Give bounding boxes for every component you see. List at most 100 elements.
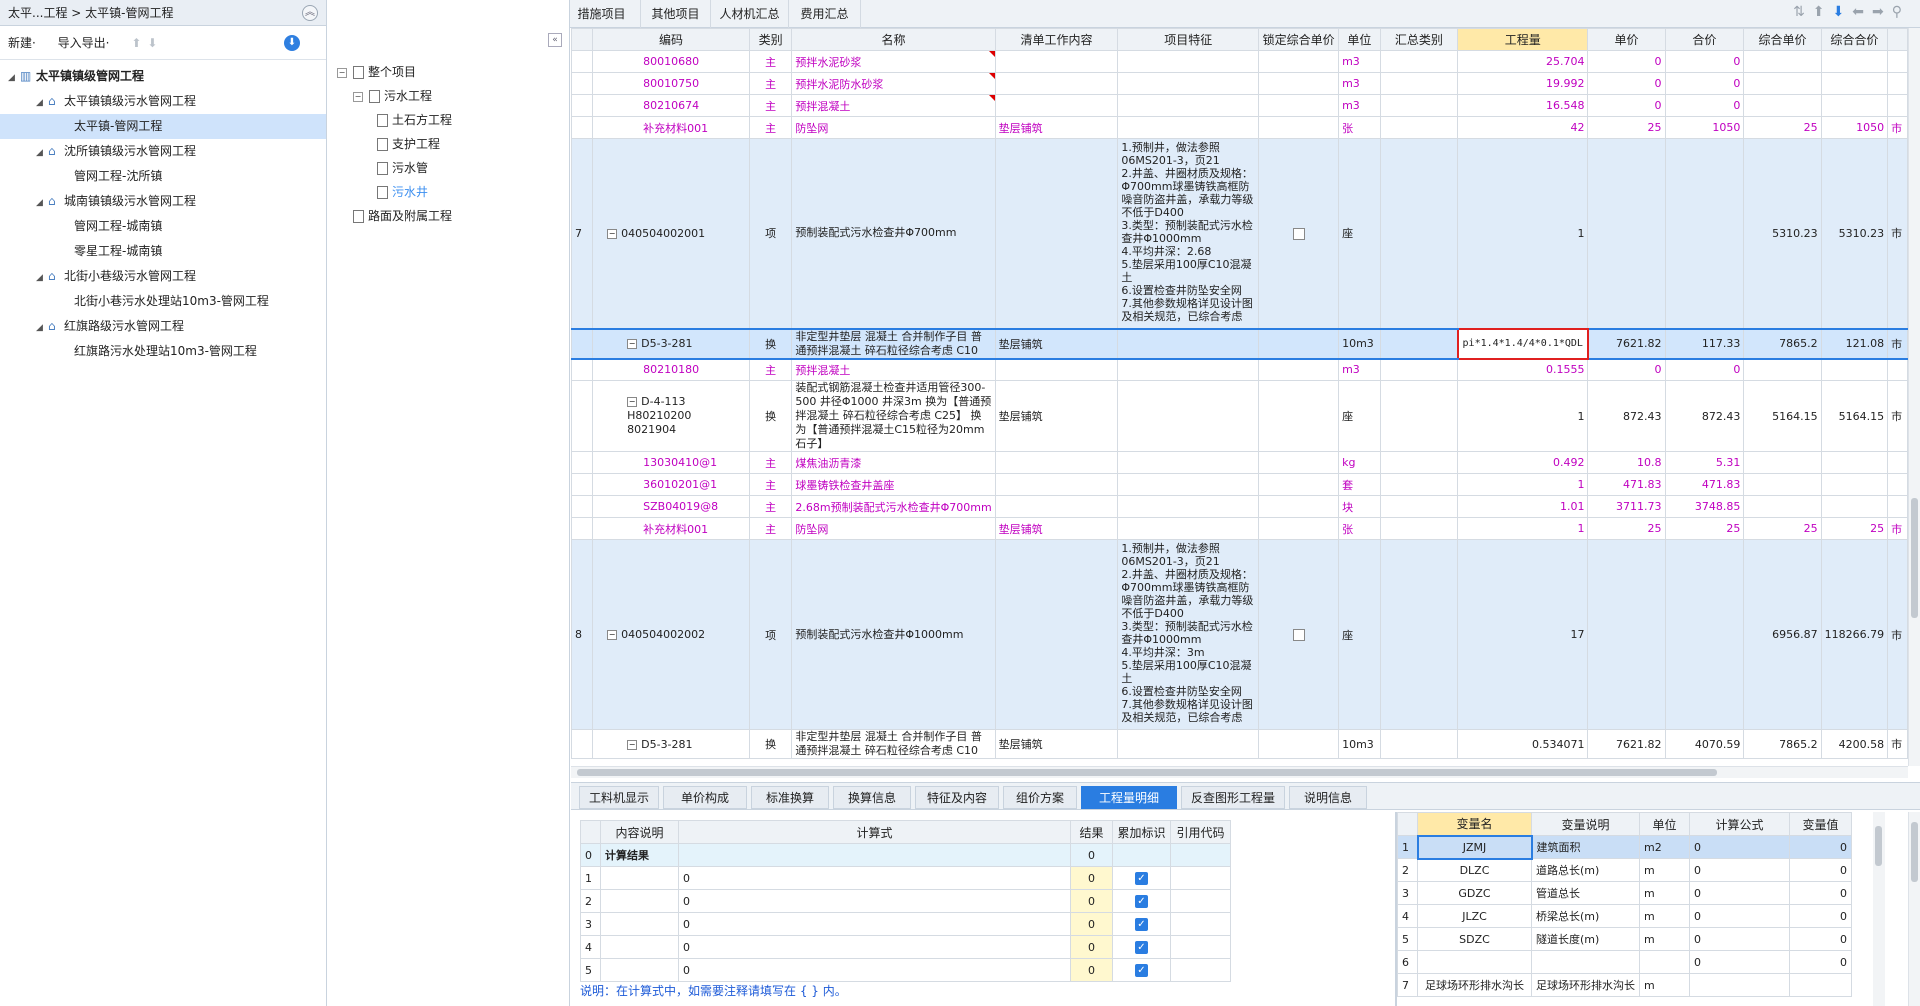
name-cell[interactable]: 预制装配式污水检查井Φ1000mm xyxy=(791,539,996,730)
unit-composite-cell[interactable] xyxy=(1743,495,1822,518)
feature-cell[interactable] xyxy=(1117,495,1260,518)
grid-row[interactable]: 80010680 主预拌水泥砂浆 m3 25.704 0 0 xyxy=(571,50,1908,73)
quantity-cell[interactable]: 1.01 xyxy=(1457,495,1589,518)
var-formula-cell[interactable]: 0 xyxy=(1689,904,1790,928)
unit-composite-cell[interactable]: 5310.23 xyxy=(1743,138,1822,329)
detail-tab-1[interactable]: 工料机显示 xyxy=(579,786,659,809)
accumulate-cell[interactable]: ✓ xyxy=(1112,958,1171,982)
var-column-header[interactable]: 计算公式 xyxy=(1689,812,1790,836)
grid-row[interactable]: 补充材料001 主防坠网 垫层铺筑张 42 25 1050 25 1050 市 xyxy=(571,116,1908,139)
unit-cell[interactable]: m3 xyxy=(1338,358,1381,381)
grid-column-header[interactable]: 综合合价 xyxy=(1820,28,1889,51)
project-tree-item[interactable]: ◢ ⌂ 沈所镇镇级污水管网工程 xyxy=(0,139,326,164)
unit-cell[interactable]: 张 xyxy=(1338,116,1381,139)
ref-code-cell[interactable] xyxy=(1170,935,1231,959)
total-cell[interactable]: 25 xyxy=(1664,517,1745,540)
grid-row[interactable]: 补充材料001 主防坠网 垫层铺筑张 1 25 25 25 25 市 xyxy=(571,517,1908,540)
expand-toggle-icon[interactable]: − xyxy=(337,67,347,78)
composite-total-cell[interactable]: 121.08 xyxy=(1820,327,1889,360)
feature-cell[interactable] xyxy=(1117,50,1260,73)
variable-scrollbar[interactable] xyxy=(1873,812,1885,1006)
type-cell[interactable]: 换 xyxy=(748,729,793,759)
extra-cell[interactable]: 市 xyxy=(1887,116,1908,139)
var-unit-cell[interactable]: m xyxy=(1639,904,1690,928)
calc-desc-cell[interactable] xyxy=(600,958,679,982)
code-cell[interactable]: 补充材料001 xyxy=(592,517,750,540)
quantity-cell[interactable]: 16.548 xyxy=(1457,94,1589,117)
summary-cat-cell[interactable] xyxy=(1379,495,1459,518)
grid-row[interactable]: 80010750 主预拌水泥防水砂浆 m3 19.992 0 0 xyxy=(571,72,1908,95)
extra-cell[interactable] xyxy=(1887,473,1908,496)
grid-horizontal-scrollbar[interactable] xyxy=(571,766,1908,778)
var-desc-cell[interactable] xyxy=(1531,950,1640,974)
unit-cell[interactable]: 座 xyxy=(1338,539,1381,730)
project-tree-item[interactable]: 管网工程-沈所镇 xyxy=(0,164,326,189)
summary-cat-cell[interactable] xyxy=(1379,539,1459,730)
download-icon[interactable]: ⬇ xyxy=(284,35,300,51)
code-cell[interactable]: 80010750 xyxy=(592,72,750,95)
summary-cat-cell[interactable] xyxy=(1379,138,1459,329)
expand-toggle-icon[interactable]: ◢ xyxy=(36,191,48,216)
unit-composite-cell[interactable] xyxy=(1743,94,1822,117)
project-tree-item[interactable]: ◢ ▥ 太平镇镇级管网工程 xyxy=(0,64,326,89)
composite-total-cell[interactable]: 25 xyxy=(1820,517,1889,540)
total-cell[interactable]: 471.83 xyxy=(1664,473,1745,496)
detail-tab-3[interactable]: 标准换算 xyxy=(751,786,829,809)
unit-cell[interactable]: m3 xyxy=(1338,72,1381,95)
code-cell[interactable]: −040504002001 xyxy=(592,138,750,329)
detail-tab-6[interactable]: 组价方案 xyxy=(1003,786,1077,809)
calc-column-header[interactable]: 引用代码 xyxy=(1170,820,1231,844)
type-cell[interactable]: 项 xyxy=(748,138,793,329)
accumulate-checkbox[interactable]: ✓ xyxy=(1135,872,1148,885)
composite-total-cell[interactable] xyxy=(1820,72,1889,95)
code-cell[interactable]: SZB04019@8 xyxy=(592,495,750,518)
name-cell[interactable]: 防坠网 xyxy=(791,116,996,139)
work-content-cell[interactable] xyxy=(994,50,1119,73)
grid-row[interactable]: 80210674 主预拌混凝土 m3 16.548 0 0 xyxy=(571,94,1908,117)
lock-price-cell[interactable] xyxy=(1258,116,1340,139)
lock-price-cell[interactable] xyxy=(1258,358,1340,381)
price-cell[interactable]: 25 xyxy=(1587,517,1666,540)
summary-cat-cell[interactable] xyxy=(1379,451,1459,474)
lock-price-cell[interactable] xyxy=(1258,495,1340,518)
type-cell[interactable]: 主 xyxy=(748,116,793,139)
composite-total-cell[interactable] xyxy=(1820,451,1889,474)
var-name-cell[interactable]: GDZC xyxy=(1417,881,1532,905)
price-cell[interactable] xyxy=(1587,138,1666,329)
var-row[interactable]: 4 JLZC 桥梁总长(m) m 0 0 xyxy=(1397,904,1852,928)
total-cell[interactable]: 117.33 xyxy=(1664,327,1745,360)
filter-icon[interactable]: ⚲ xyxy=(1892,4,1910,20)
type-cell[interactable]: 主 xyxy=(748,451,793,474)
detail-tab-5[interactable]: 特征及内容 xyxy=(915,786,999,809)
price-cell[interactable] xyxy=(1587,539,1666,730)
calc-expr-cell[interactable]: 0 xyxy=(678,912,1071,936)
grid-column-header[interactable]: 单价 xyxy=(1587,28,1666,51)
total-cell[interactable]: 0 xyxy=(1664,358,1745,381)
price-cell[interactable]: 0 xyxy=(1587,50,1666,73)
unit-cell[interactable]: 张 xyxy=(1338,517,1381,540)
var-desc-cell[interactable]: 道路总长(m) xyxy=(1531,858,1640,882)
price-cell[interactable]: 10.8 xyxy=(1587,451,1666,474)
var-desc-cell[interactable]: 桥梁总长(m) xyxy=(1531,904,1640,928)
project-tree-item[interactable]: 红旗路污水处理站10m3-管网工程 xyxy=(0,339,326,364)
wbs-tree-item[interactable]: 土石方工程 xyxy=(327,108,570,132)
collapse-up-icon[interactable]: ︽ xyxy=(302,5,318,21)
lock-price-cell[interactable] xyxy=(1258,451,1340,474)
calc-row[interactable]: 5 0 0 ✓ xyxy=(580,958,1231,982)
grid-row[interactable]: 36010201@1 主球墨铸铁检查井盖座套 1 471.83 471.83 xyxy=(571,473,1908,496)
lock-price-cell[interactable] xyxy=(1258,473,1340,496)
name-cell[interactable]: 预拌混凝土 xyxy=(791,358,996,381)
code-cell[interactable]: 36010201@1 xyxy=(592,473,750,496)
code-cell[interactable]: 80010680 xyxy=(592,50,750,73)
quantity-cell[interactable]: 1 xyxy=(1457,138,1589,329)
grid-column-header[interactable]: 名称 xyxy=(791,28,996,51)
calc-column-header[interactable]: 计算式 xyxy=(678,820,1071,844)
unit-composite-cell[interactable] xyxy=(1743,451,1822,474)
var-unit-cell[interactable]: m xyxy=(1639,927,1690,951)
feature-cell[interactable]: 1.预制井，做法参照06MS201-3，页21 2.井盖、井圈材质及规格：Φ70… xyxy=(1117,138,1260,329)
price-cell[interactable]: 471.83 xyxy=(1587,473,1666,496)
calc-row[interactable]: 0 计算结果 0 xyxy=(580,843,1231,867)
collapse-toggle-icon[interactable]: − xyxy=(627,397,638,407)
composite-total-cell[interactable]: 4200.58 xyxy=(1820,729,1889,759)
quantity-input[interactable]: pi*1.4*1.4/4*0.1*QDL xyxy=(1456,327,1589,360)
